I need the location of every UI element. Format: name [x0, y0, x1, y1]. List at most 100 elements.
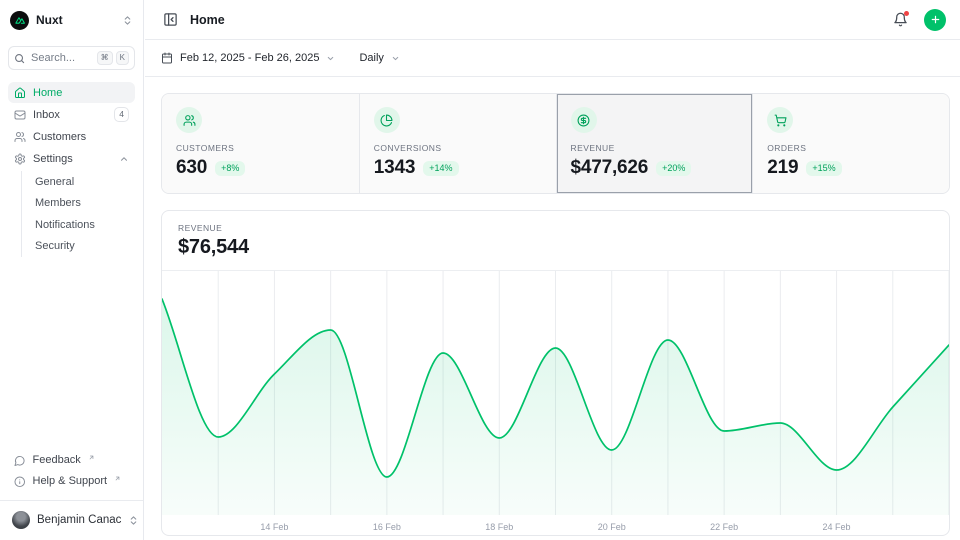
sidebar-item-notifications[interactable]: Notifications — [35, 214, 135, 236]
sidebar-item-settings[interactable]: Settings — [8, 148, 135, 169]
kbd-meta: ⌘ — [97, 51, 113, 65]
feedback-label: Feedback — [33, 454, 81, 466]
chevron-down-icon — [391, 54, 400, 63]
kbd-k: K — [116, 51, 129, 65]
stat-value: 219 — [767, 157, 798, 179]
stat-value: 1343 — [374, 157, 415, 179]
chevron-up-down-icon — [128, 515, 139, 526]
date-range-picker[interactable]: Feb 12, 2025 - Feb 26, 2025 — [161, 52, 335, 64]
chevron-up-icon — [119, 154, 129, 164]
sidebar-footer: Feedback Help & Support Benjamin Canac — [8, 451, 135, 532]
chat-bubble-icon — [14, 455, 26, 467]
subitem-label: Members — [35, 197, 81, 209]
stat-label: CONVERSIONS — [374, 143, 542, 153]
stat-value: $477,626 — [571, 157, 649, 179]
stat-delta-badge: +15% — [806, 161, 841, 176]
content: CUSTOMERS 630 +8% CONVERSIONS 1343 +14% RE… — [145, 77, 960, 536]
settings-submenu: General Members Notifications Security — [21, 171, 135, 257]
stat-card-revenue[interactable]: REVENUE $477,626 +20% — [556, 94, 753, 193]
sidebar-item-label: Settings — [33, 153, 112, 165]
stat-delta-badge: +14% — [423, 161, 458, 176]
chart-header: REVENUE $76,544 — [162, 211, 949, 271]
inbox-count-badge: 4 — [114, 107, 129, 122]
revenue-chart-svg: 14 Feb 16 Feb 18 Feb 20 Feb 22 Feb 24 Feb — [162, 271, 949, 535]
workspace-name: Nuxt — [36, 13, 115, 27]
sidebar: Nuxt Search... ⌘K Home Inbox 4 Customers… — [0, 0, 144, 540]
search-placeholder: Search... — [31, 52, 91, 64]
inbox-icon — [14, 109, 26, 121]
dollar-circle-icon — [571, 107, 597, 133]
stat-card-orders[interactable]: ORDERS 219 +15% — [752, 94, 949, 193]
info-icon — [14, 476, 26, 488]
chart-total-value: $76,544 — [178, 236, 933, 259]
stat-label: CUSTOMERS — [176, 143, 345, 153]
main-area: Home Feb 12, 2025 - Feb 26, 2025 Daily C… — [145, 0, 960, 540]
stats-grid: CUSTOMERS 630 +8% CONVERSIONS 1343 +14% RE… — [161, 93, 950, 194]
sidebar-item-label: Inbox — [33, 109, 107, 121]
notification-dot — [904, 11, 909, 16]
add-button[interactable] — [924, 9, 946, 31]
calendar-icon — [161, 52, 173, 64]
subitem-label: Security — [35, 240, 75, 252]
sidebar-item-inbox[interactable]: Inbox 4 — [8, 104, 135, 125]
pie-chart-icon — [374, 107, 400, 133]
sidebar-item-home[interactable]: Home — [8, 82, 135, 103]
workspace-switcher[interactable]: Nuxt — [8, 8, 135, 32]
search-input[interactable]: Search... ⌘K — [8, 46, 135, 70]
gear-icon — [14, 153, 26, 165]
users-icon — [14, 131, 26, 143]
sidebar-divider — [0, 500, 143, 501]
stat-card-conversions[interactable]: CONVERSIONS 1343 +14% — [359, 94, 556, 193]
sidebar-item-label: Home — [33, 87, 129, 99]
date-range-label: Feb 12, 2025 - Feb 26, 2025 — [180, 52, 319, 64]
panel-left-close-icon — [163, 12, 178, 27]
chart-x-labels: 14 Feb 16 Feb 18 Feb 20 Feb 22 Feb 24 Feb — [260, 522, 850, 532]
svg-text:16 Feb: 16 Feb — [373, 522, 401, 532]
subitem-label: Notifications — [35, 219, 95, 231]
stat-label: REVENUE — [571, 143, 739, 153]
sidebar-item-label: Customers — [33, 131, 129, 143]
sidebar-item-security[interactable]: Security — [35, 236, 135, 258]
subitem-label: General — [35, 176, 74, 188]
sidebar-item-customers[interactable]: Customers — [8, 126, 135, 147]
revenue-chart-panel: REVENUE $76,544 14 Feb 16 Feb 18 Feb 20 Feb… — [161, 210, 950, 536]
page-title: Home — [190, 13, 881, 27]
home-icon — [14, 87, 26, 99]
help-support-link[interactable]: Help & Support — [8, 472, 135, 493]
svg-text:22 Feb: 22 Feb — [710, 522, 738, 532]
avatar — [12, 511, 30, 529]
notifications-button[interactable] — [891, 10, 910, 29]
plus-icon — [930, 14, 941, 25]
svg-text:20 Feb: 20 Feb — [598, 522, 626, 532]
svg-text:24 Feb: 24 Feb — [823, 522, 851, 532]
filters-toolbar: Feb 12, 2025 - Feb 26, 2025 Daily — [145, 40, 960, 77]
external-link-icon — [88, 454, 95, 461]
user-name: Benjamin Canac — [37, 514, 121, 526]
sidebar-item-general[interactable]: General — [35, 171, 135, 193]
stat-delta-badge: +20% — [656, 161, 691, 176]
stat-card-customers[interactable]: CUSTOMERS 630 +8% — [162, 94, 359, 193]
nuxt-logo-icon — [10, 11, 29, 30]
search-shortcut: ⌘K — [97, 51, 129, 65]
svg-text:14 Feb: 14 Feb — [260, 522, 288, 532]
help-support-label: Help & Support — [33, 475, 108, 487]
svg-text:18 Feb: 18 Feb — [485, 522, 513, 532]
external-link-icon — [114, 475, 121, 482]
sidebar-item-members[interactable]: Members — [35, 193, 135, 215]
chart-title: REVENUE — [178, 223, 933, 233]
collapse-sidebar-button[interactable] — [161, 10, 180, 29]
stat-delta-badge: +8% — [215, 161, 245, 176]
sidebar-nav: Home Inbox 4 Customers Settings General … — [8, 82, 135, 257]
granularity-select[interactable]: Daily — [359, 52, 399, 64]
users-icon — [176, 107, 202, 133]
page-header: Home — [145, 0, 960, 40]
granularity-label: Daily — [359, 52, 383, 64]
chevron-up-down-icon — [122, 15, 133, 26]
shopping-cart-icon — [767, 107, 793, 133]
stat-value: 630 — [176, 157, 207, 179]
chevron-down-icon — [326, 54, 335, 63]
user-menu[interactable]: Benjamin Canac — [8, 508, 135, 532]
search-icon — [14, 53, 25, 64]
feedback-link[interactable]: Feedback — [8, 451, 135, 472]
stat-label: ORDERS — [767, 143, 935, 153]
